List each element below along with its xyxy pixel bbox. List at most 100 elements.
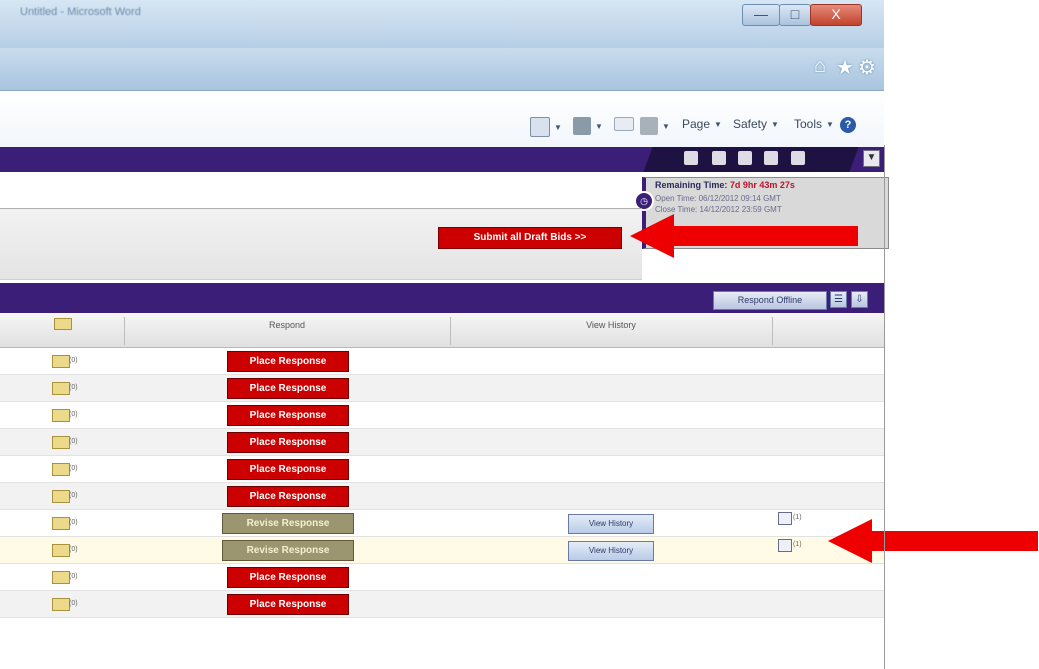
remaining-time-text: Remaining Time: 7d 9hr 43m 27s	[655, 180, 795, 190]
chevron-down-icon: ▼	[554, 122, 562, 132]
page-menu[interactable]: Page ▼	[682, 117, 722, 131]
table-row: (0) Place Response	[0, 429, 884, 456]
minimize-button[interactable]: —	[742, 4, 780, 26]
view-history-button[interactable]: View History	[568, 514, 654, 534]
home-icon[interactable]: ⌂	[814, 55, 826, 78]
page-menu-label: Page	[682, 117, 711, 131]
place-response-button[interactable]: Place Response	[227, 486, 349, 507]
place-response-button[interactable]: Place Response	[227, 351, 349, 372]
envelope-count: (0)	[69, 438, 78, 445]
document-icon[interactable]	[778, 539, 792, 552]
remaining-time-label: Remaining Time:	[655, 180, 728, 190]
print-button[interactable]: ▼	[640, 117, 670, 135]
mail-icon	[614, 117, 634, 131]
chevron-down-icon: ▼	[595, 121, 603, 131]
home-page-button[interactable]: ▼	[530, 117, 562, 137]
document-count: (1)	[793, 514, 802, 521]
envelope-icon[interactable]	[52, 544, 70, 557]
column-header-view-history: View History	[586, 320, 636, 330]
printer-icon	[640, 117, 658, 135]
respond-offline-button[interactable]: Respond Offline	[713, 291, 827, 310]
annotation-arrow-shaft	[672, 226, 858, 246]
envelope-icon[interactable]	[52, 571, 70, 584]
bid-table-body: (0) Place Response (0) Place Response (0…	[0, 348, 884, 618]
table-row: (0) Place Response	[0, 402, 884, 429]
table-row: (0) Place Response	[0, 375, 884, 402]
home-icon[interactable]	[738, 151, 752, 165]
revise-response-button[interactable]: Revise Response	[222, 540, 354, 561]
close-button[interactable]: X	[810, 4, 862, 26]
tools-menu-label: Tools	[794, 117, 823, 131]
envelope-count: (0)	[69, 492, 78, 499]
envelope-icon[interactable]	[52, 382, 70, 395]
column-divider	[772, 317, 773, 345]
chevron-down-icon: ▼	[714, 119, 722, 129]
column-header-respond: Respond	[268, 320, 306, 330]
envelope-icon[interactable]	[52, 355, 70, 368]
maximize-button[interactable]: □	[779, 4, 811, 26]
envelope-icon[interactable]	[52, 409, 70, 422]
submit-all-draft-bids-button[interactable]: Submit all Draft Bids >>	[438, 227, 622, 249]
close-time-text: Close Time: 14/12/2012 23:59 GMT	[655, 205, 782, 214]
envelope-count: (0)	[69, 600, 78, 607]
place-response-button[interactable]: Place Response	[227, 459, 349, 480]
home-page-icon	[530, 117, 550, 137]
table-row-highlighted: (0) Revise Response View History (1)	[0, 537, 884, 564]
envelope-icon	[54, 318, 72, 330]
envelope-count: (0)	[69, 546, 78, 553]
document-icon[interactable]	[791, 151, 805, 165]
remaining-time-value: 7d 9hr 43m 27s	[729, 180, 795, 190]
safety-menu[interactable]: Safety ▼	[733, 117, 779, 131]
window-title: Untitled - Microsoft Word	[20, 6, 141, 18]
place-response-button[interactable]: Place Response	[227, 378, 349, 399]
annotation-arrow-shaft	[870, 531, 1038, 551]
envelope-icon[interactable]	[52, 463, 70, 476]
table-row: (0) Place Response	[0, 564, 884, 591]
envelope-icon[interactable]	[52, 598, 70, 611]
rss-feed-icon	[573, 117, 591, 135]
collapse-header-button[interactable]: ▼	[863, 150, 880, 167]
mail-button[interactable]	[614, 117, 634, 131]
chevron-down-icon: ▼	[771, 119, 779, 129]
envelope-icon[interactable]	[52, 436, 70, 449]
table-row: (0) Place Response	[0, 591, 884, 618]
chevron-down-icon: ▼	[662, 121, 670, 131]
calendar-icon[interactable]	[764, 151, 778, 165]
envelope-icon[interactable]	[52, 517, 70, 530]
place-response-button[interactable]: Place Response	[227, 405, 349, 426]
table-row: (0) Place Response	[0, 483, 884, 510]
tools-menu[interactable]: Tools ▼	[794, 117, 834, 131]
envelope-count: (0)	[69, 519, 78, 526]
favorites-star-icon[interactable]: ★	[836, 55, 854, 80]
envelope-count: (0)	[69, 465, 78, 472]
place-response-button[interactable]: Place Response	[227, 594, 349, 615]
list-view-icon[interactable]: ☰	[830, 291, 847, 308]
export-icon[interactable]: ⇩	[851, 291, 868, 308]
document-icon[interactable]	[778, 512, 792, 525]
envelope-count: (0)	[69, 411, 78, 418]
table-row: (0) Place Response	[0, 348, 884, 375]
document-count: (1)	[793, 541, 802, 548]
annotation-arrow-head	[630, 214, 674, 258]
revise-response-button[interactable]: Revise Response	[222, 513, 354, 534]
content-right-border	[884, 145, 885, 669]
pin-icon[interactable]	[684, 151, 698, 165]
annotation-arrow-head	[828, 519, 872, 563]
place-response-button[interactable]: Place Response	[227, 432, 349, 453]
feeds-button[interactable]: ▼	[573, 117, 603, 135]
table-row: (0) Place Response	[0, 456, 884, 483]
help-button[interactable]: ?	[840, 117, 856, 133]
envelope-icon[interactable]	[52, 490, 70, 503]
help-icon: ?	[840, 117, 856, 133]
chevron-down-icon: ▼	[826, 119, 834, 129]
address-bar	[0, 48, 884, 91]
open-time-text: Open Time: 06/12/2012 09:14 GMT	[655, 194, 781, 203]
envelope-count: (0)	[69, 573, 78, 580]
mail-icon[interactable]	[712, 151, 726, 165]
view-history-button[interactable]: View History	[568, 541, 654, 561]
safety-menu-label: Safety	[733, 117, 768, 131]
envelope-count: (0)	[69, 357, 78, 364]
gear-icon[interactable]: ⚙	[858, 55, 876, 80]
envelope-count: (0)	[69, 384, 78, 391]
place-response-button[interactable]: Place Response	[227, 567, 349, 588]
